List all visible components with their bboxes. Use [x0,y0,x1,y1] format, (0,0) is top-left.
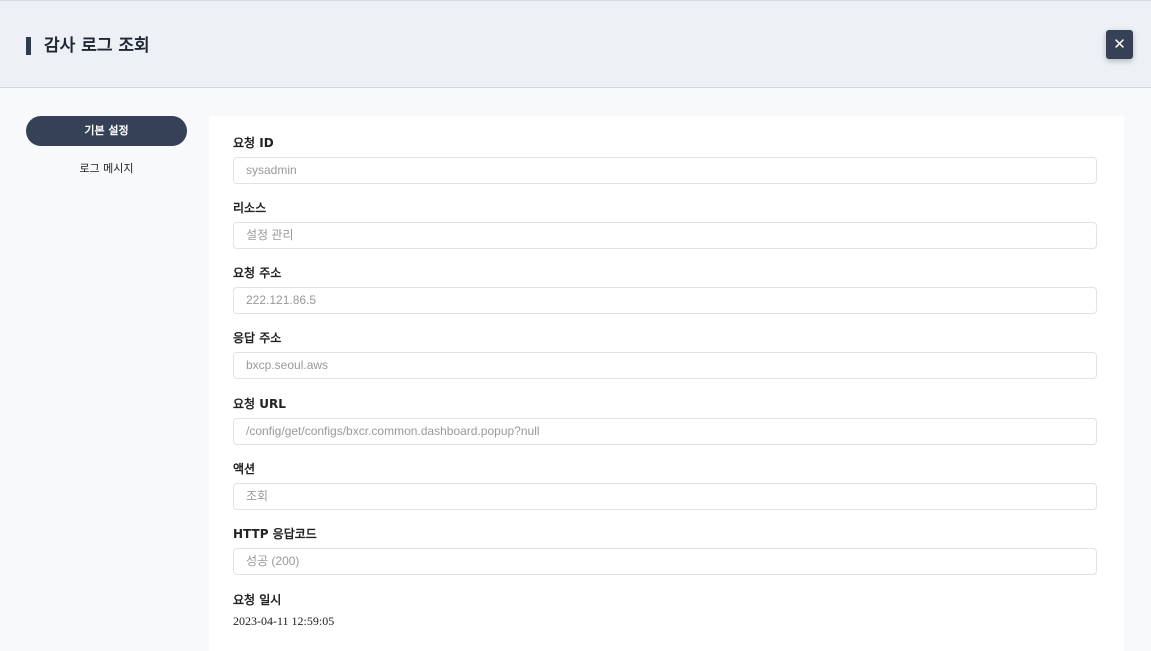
close-icon: ✕ [1113,35,1126,53]
sidebar-item-basic-settings[interactable]: 기본 설정 [26,116,187,146]
request-datetime-label: 요청 일시 [233,593,282,607]
request-id-label: 요청 ID [233,136,274,150]
http-response-code-label: HTTP 응답코드 [233,527,317,541]
request-address-label: 요청 주소 [233,266,282,280]
page-title: 감사 로그 조회 [44,36,150,56]
resource-field: 리소스 설정 관리 [233,200,1097,249]
title-accent-bar [26,37,31,55]
header: 감사 로그 조회 ✕ [0,0,1151,88]
action-label: 액션 [233,462,256,476]
response-address-input[interactable]: bxcp.seoul.aws [233,352,1097,379]
request-datetime-value: 2023-04-11 12:59:05 [233,614,335,628]
resource-label: 리소스 [233,201,267,215]
resource-input[interactable]: 설정 관리 [233,222,1097,249]
sidebar: 기본 설정 로그 메시지 [26,116,187,192]
response-address-label: 응답 주소 [233,331,282,345]
request-url-label: 요청 URL [233,397,286,411]
response-address-field: 응답 주소 bxcp.seoul.aws [233,330,1097,379]
action-field: 액션 조회 [233,461,1097,510]
action-input[interactable]: 조회 [233,483,1097,510]
request-url-field: 요청 URL /config/get/configs/bxcr.common.d… [233,396,1097,445]
close-button[interactable]: ✕ [1106,30,1133,59]
request-id-input[interactable]: sysadmin [233,157,1097,184]
request-datetime-field: 요청 일시 2023-04-11 12:59:05 [233,592,1097,629]
request-address-input[interactable]: 222.121.86.5 [233,287,1097,314]
http-response-code-input[interactable]: 성공 (200) [233,548,1097,575]
request-id-field: 요청 ID sysadmin [233,135,1097,184]
http-response-code-field: HTTP 응답코드 성공 (200) [233,526,1097,575]
sidebar-item-log-message[interactable]: 로그 메시지 [26,154,187,184]
detail-panel: 요청 ID sysadmin 리소스 설정 관리 요청 주소 222.121.8… [209,116,1124,651]
request-url-input[interactable]: /config/get/configs/bxcr.common.dashboar… [233,418,1097,445]
request-address-field: 요청 주소 222.121.86.5 [233,265,1097,314]
